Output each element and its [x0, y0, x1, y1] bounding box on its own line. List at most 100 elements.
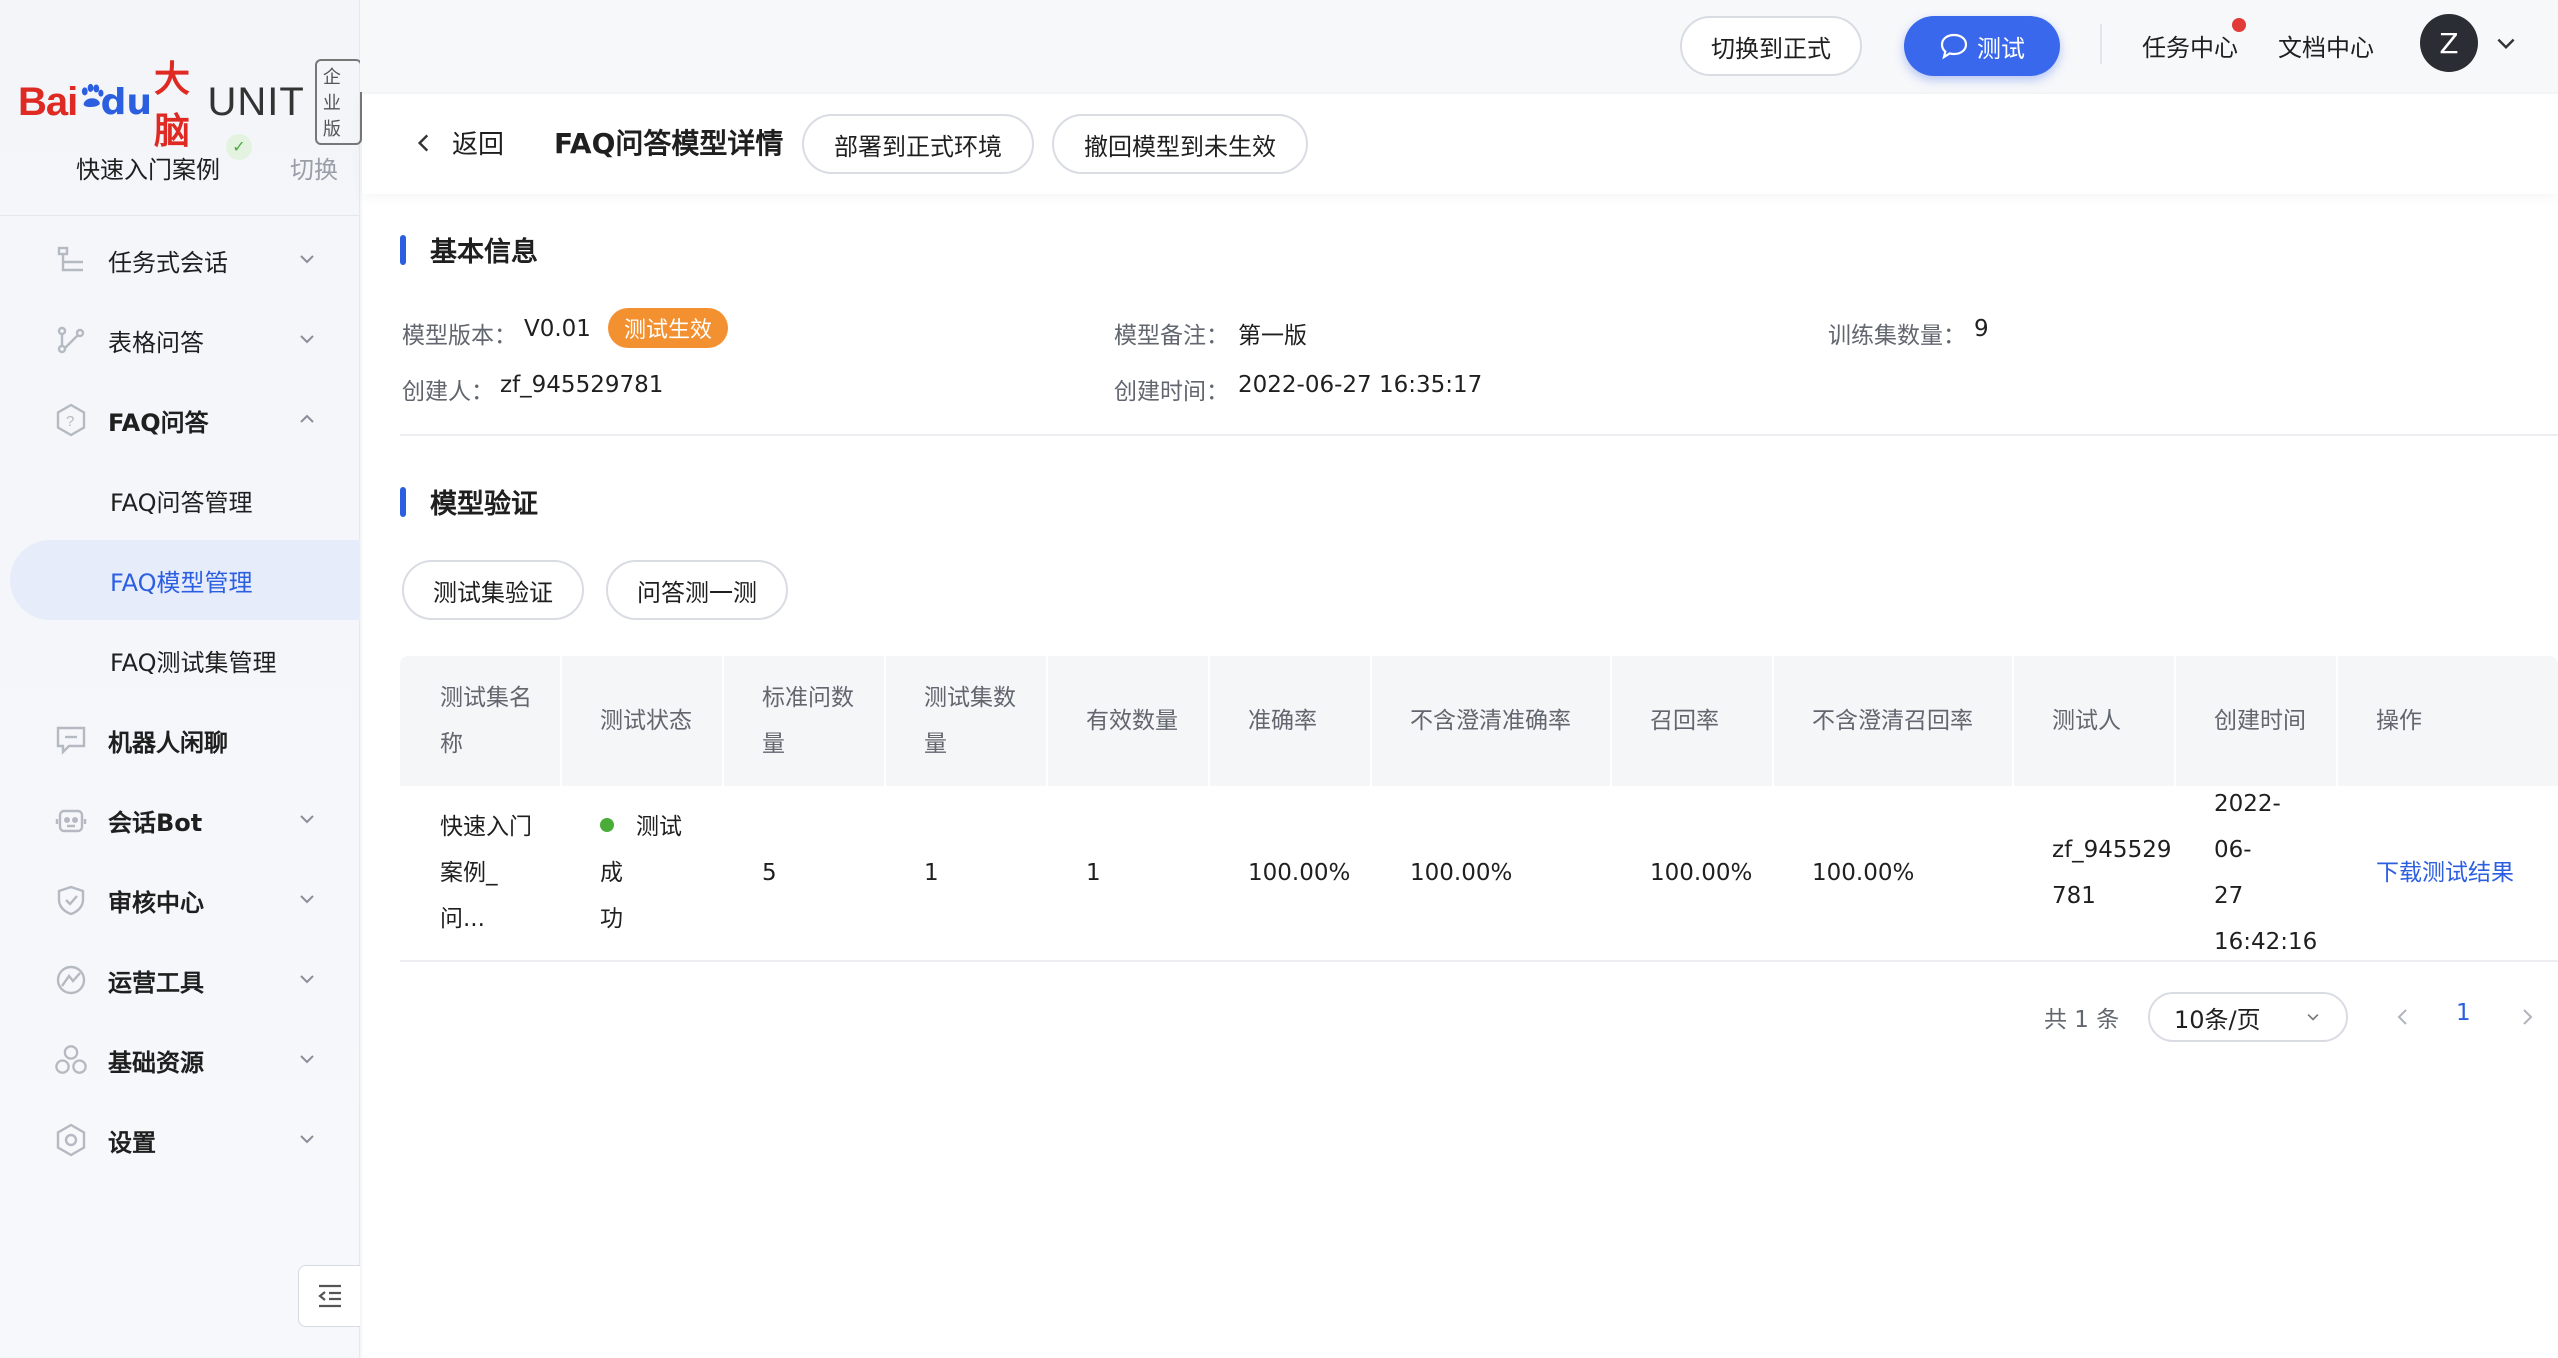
- table-header-cell: 测试人: [2014, 656, 2176, 786]
- back-label: 返回: [452, 130, 505, 160]
- cell-status: 测试成功: [562, 786, 724, 960]
- sidebar-item-audit[interactable]: 审核中心: [0, 860, 360, 940]
- sidebar-subitem-faq-qa-manage[interactable]: FAQ问答管理: [0, 460, 360, 540]
- cell-line: 案例_问...: [440, 860, 498, 932]
- revoke-button[interactable]: 撤回模型到未生效: [1052, 114, 1308, 174]
- page-number-current[interactable]: 1: [2456, 1000, 2471, 1026]
- created-time-value: 2022-06-27 16:35:17: [1238, 372, 1483, 398]
- chevron-down-icon: [300, 1135, 314, 1144]
- cell-test-count: 1: [924, 860, 939, 886]
- table-header-cell: 召回率: [1612, 656, 1774, 786]
- logo-unit-text: UNIT: [207, 79, 305, 124]
- sidebar-subitem-faq-testset-manage[interactable]: FAQ测试集管理: [0, 620, 360, 700]
- header-line: 测试人: [2052, 708, 2121, 734]
- faq-icon: ?: [54, 403, 88, 437]
- header-lines: 测试集数量: [924, 675, 1016, 767]
- test-button[interactable]: 测试: [1904, 16, 2060, 76]
- svg-text:?: ?: [66, 413, 74, 430]
- pagination-total: 共 1 条: [2044, 1007, 2120, 1033]
- created-time-label: 创建时间：: [1114, 379, 1229, 405]
- table-header-cell: 有效数量: [1048, 656, 1210, 786]
- cell-action: 下载测试结果: [2338, 786, 2558, 960]
- chevron-down-icon: [300, 335, 314, 344]
- chevron-down-icon: [2307, 1013, 2319, 1021]
- notification-dot: [2232, 18, 2246, 32]
- chat-bubble-icon: [1940, 33, 1968, 60]
- task-center-link[interactable]: 任务中心: [2142, 28, 2238, 63]
- collapse-sidebar-button[interactable]: [298, 1265, 360, 1327]
- table-header-cell: 操作: [2338, 656, 2558, 786]
- cell-recall: 100.00%: [1650, 860, 1753, 886]
- sidebar-item-label: 机器人闲聊: [108, 728, 228, 757]
- deploy-button[interactable]: 部署到正式环境: [802, 114, 1034, 174]
- logo-du-text: du: [100, 81, 153, 123]
- chevron-down-icon[interactable]: [2494, 32, 2518, 56]
- header-line: 有效数量: [1086, 708, 1178, 734]
- creator-label: 创建人：: [402, 379, 494, 405]
- cell-testset-name[interactable]: 快速入门 案例_问...: [400, 786, 562, 960]
- sidebar-divider: [0, 215, 360, 216]
- header-line: 测试集数: [924, 685, 1016, 711]
- table-row: 快速入门 案例_问... 测试成功 5 1 1 100.00% 100.00% 1…: [400, 786, 2558, 962]
- download-results-link[interactable]: 下载测试结果: [2376, 850, 2514, 896]
- cell-valid-count: 1: [1086, 860, 1101, 886]
- sidebar-item-label: 任务式会话: [108, 248, 228, 277]
- header-line: 量: [762, 731, 785, 757]
- chevron-down-icon: [300, 815, 314, 824]
- cell-line: 781: [2052, 883, 2096, 909]
- section-accent-bar: [400, 234, 406, 265]
- cell-line: zf_945529: [2052, 837, 2172, 863]
- task-dialog-icon: [54, 243, 88, 277]
- cell-line: 功: [600, 906, 623, 932]
- sidebar-item-resources[interactable]: 基础资源: [0, 1020, 360, 1100]
- tab-qa-test[interactable]: 问答测一测: [606, 560, 788, 620]
- cell-line: 16:42:16: [2214, 929, 2318, 955]
- cell-accuracy: 100.00%: [1248, 860, 1351, 886]
- sidebar-item-bot[interactable]: 会话Bot: [0, 780, 360, 860]
- sidebar-item-settings[interactable]: 设置: [0, 1100, 360, 1180]
- basic-info-section-title: 基本信息: [400, 230, 538, 269]
- version-label: 模型版本：: [402, 323, 517, 349]
- project-name: 快速入门案例: [76, 156, 220, 184]
- header-lines: 标准问数量: [762, 675, 854, 767]
- back-button[interactable]: 返回: [412, 124, 504, 161]
- train-count-label: 训练集数量：: [1828, 323, 1966, 349]
- section-accent-bar: [400, 486, 406, 517]
- pin-icon[interactable]: ✓: [226, 134, 252, 160]
- doc-center-link[interactable]: 文档中心: [2278, 28, 2374, 63]
- sidebar: Bai du 大脑 UNIT 企业版 快速入门案例 切换 ✓ 任务式会话 表格问…: [0, 0, 362, 1358]
- switch-formal-button[interactable]: 切换到正式: [1680, 16, 1862, 76]
- baidu-unit-logo[interactable]: Bai du 大脑 UNIT 企业版: [18, 50, 362, 154]
- cell-line: 2022-06-: [2214, 791, 2281, 863]
- table-header-row: 测试集名称 测试状态 标准问数量 测试集数量 有效数量 准确率 不含澄清准确率 …: [400, 656, 2558, 786]
- header-line: 标准问数: [762, 685, 854, 711]
- note-value: 第一版: [1238, 323, 1307, 349]
- section-divider: [400, 434, 2558, 436]
- sidebar-item-ops[interactable]: 运营工具: [0, 940, 360, 1020]
- sidebar-item-faq[interactable]: ? FAQ问答: [0, 380, 360, 460]
- project-switch-link[interactable]: 切换: [290, 150, 338, 185]
- sidebar-item-label: 基础资源: [108, 1048, 204, 1077]
- table-header-cell: 测试集名称: [400, 656, 562, 786]
- sidebar-item-table-qa[interactable]: 表格问答: [0, 300, 360, 380]
- sidebar-item-label: 表格问答: [108, 328, 204, 357]
- cell-line: 27: [2214, 883, 2244, 909]
- user-avatar[interactable]: Z: [2420, 14, 2478, 72]
- tab-testset-verify[interactable]: 测试集验证: [402, 560, 584, 620]
- sidebar-subitem-faq-model-manage[interactable]: FAQ模型管理: [10, 540, 360, 620]
- note-label: 模型备注：: [1114, 323, 1229, 349]
- chevron-right-icon[interactable]: [2516, 1006, 2538, 1028]
- header-line: 量: [924, 731, 947, 757]
- sidebar-item-chitchat[interactable]: 机器人闲聊: [0, 700, 360, 780]
- settings-icon: [54, 1123, 88, 1157]
- chevron-left-icon[interactable]: [2392, 1006, 2414, 1028]
- page-size-select[interactable]: 10条/页: [2148, 992, 2348, 1042]
- test-button-label: 测试: [1977, 34, 2025, 63]
- content-panel: 返回 FAQ问答模型详情 部署到正式环境 撤回模型到未生效 基本信息 模型版本：…: [362, 94, 2558, 1358]
- sidebar-item-label: 会话Bot: [108, 808, 203, 837]
- bot-icon: [54, 803, 88, 837]
- cell-accuracy-no-clarify: 100.00%: [1410, 860, 1513, 886]
- sidebar-item-task-dialog[interactable]: 任务式会话: [0, 220, 360, 300]
- topbar-separator: [2100, 24, 2102, 64]
- page-size-value: 10条/页: [2174, 1005, 2261, 1034]
